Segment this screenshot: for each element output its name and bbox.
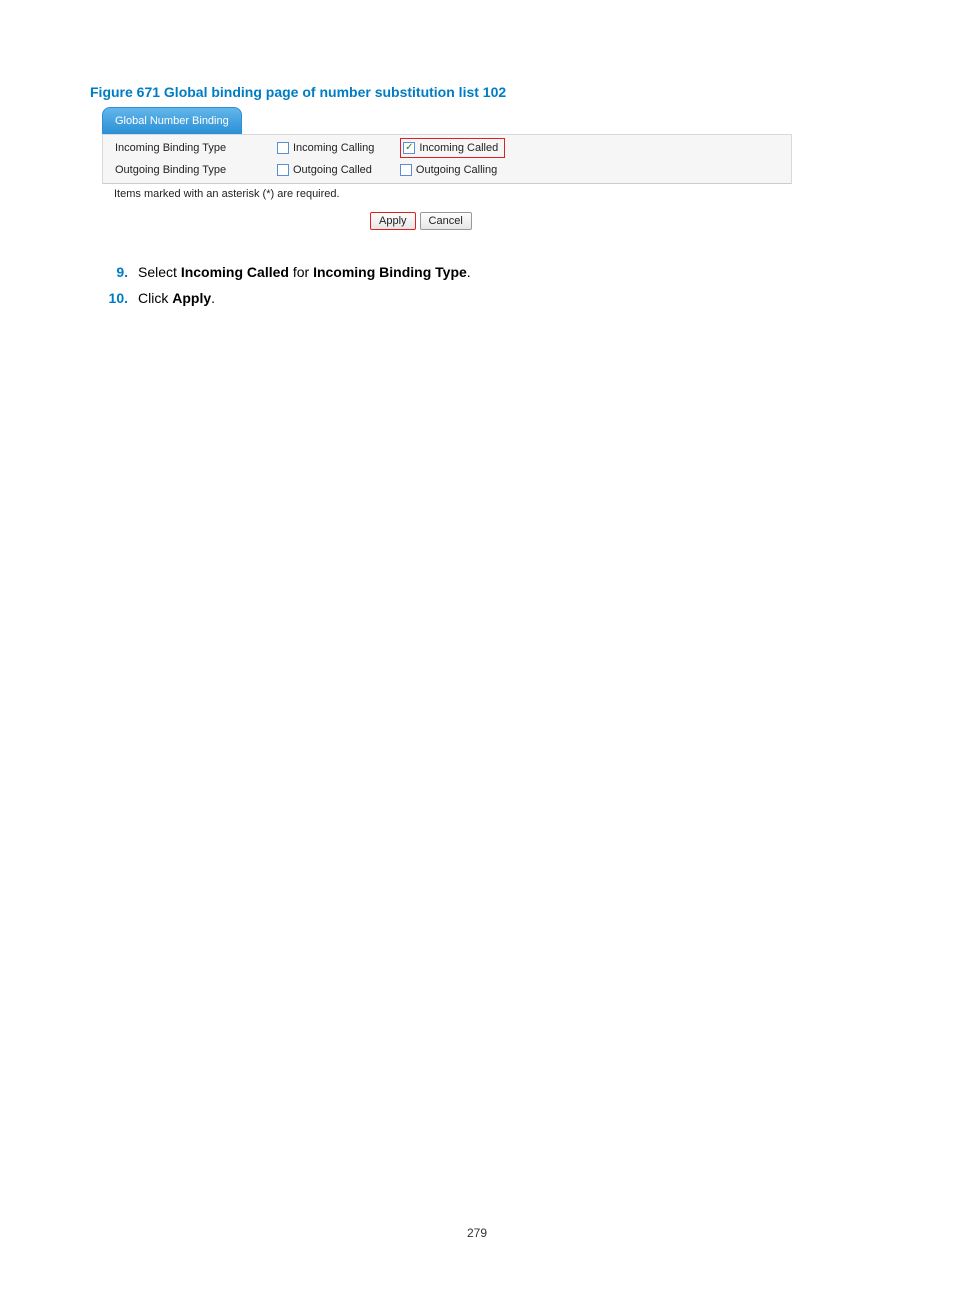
step-10: 10. Click Apply. [94,290,864,306]
outgoing-called-label: Outgoing Called [293,164,372,176]
incoming-calling-checkbox[interactable] [277,142,289,154]
instruction-steps: 9. Select Incoming Called for Incoming B… [94,264,864,306]
outgoing-called-checkbox[interactable] [277,164,289,176]
incoming-calling-label: Incoming Calling [293,142,374,154]
incoming-called-checkbox[interactable]: ✓ [403,142,415,154]
apply-button[interactable]: Apply [370,212,416,230]
incoming-called-label: Incoming Called [419,142,498,154]
label-incoming-binding-type: Incoming Binding Type [103,142,275,154]
required-note: Items marked with an asterisk (*) are re… [102,184,792,204]
screenshot-panel: Global Number Binding Incoming Binding T… [102,108,792,230]
figure-caption: Figure 671 Global binding page of number… [90,84,864,100]
page-number: 279 [0,1226,954,1240]
button-row: Apply Cancel [102,212,792,230]
outgoing-calling-label: Outgoing Calling [416,164,497,176]
outgoing-calling-option[interactable]: Outgoing Calling [398,161,503,179]
outgoing-calling-checkbox[interactable] [400,164,412,176]
step-number: 10. [94,290,128,306]
tab-global-number-binding[interactable]: Global Number Binding [102,107,242,134]
label-outgoing-binding-type: Outgoing Binding Type [103,164,275,176]
step-text: Select Incoming Called for Incoming Bind… [138,264,471,280]
incoming-called-option[interactable]: ✓ Incoming Called [400,138,505,158]
incoming-calling-option[interactable]: Incoming Calling [275,139,380,157]
row-incoming-binding-type: Incoming Binding Type Incoming Calling ✓… [103,137,791,159]
outgoing-called-option[interactable]: Outgoing Called [275,161,378,179]
row-outgoing-binding-type: Outgoing Binding Type Outgoing Called Ou… [103,159,791,181]
step-9: 9. Select Incoming Called for Incoming B… [94,264,864,280]
form-panel: Incoming Binding Type Incoming Calling ✓… [102,134,792,184]
step-number: 9. [94,264,128,280]
step-text: Click Apply. [138,290,215,306]
tab-row: Global Number Binding [102,108,792,134]
cancel-button[interactable]: Cancel [420,212,472,230]
